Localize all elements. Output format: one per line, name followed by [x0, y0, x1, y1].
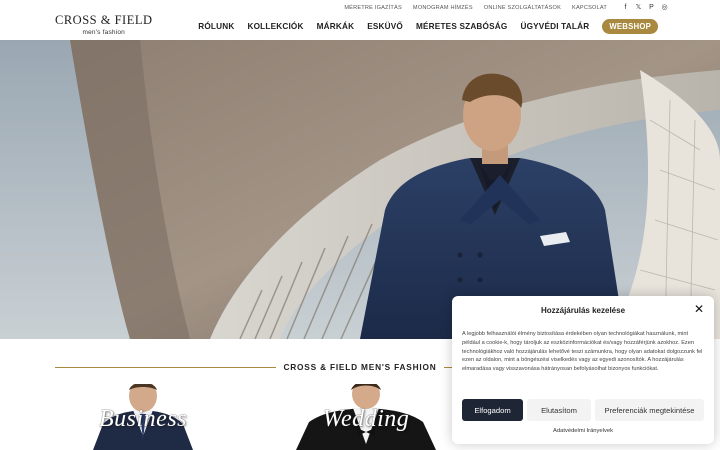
- collection-card-business[interactable]: Business: [68, 384, 218, 450]
- section-title: CROSS & FIELD MEN'S FASHION: [283, 362, 437, 372]
- nav-item-tailoring[interactable]: MÉRETES SZABÓSÁG: [416, 22, 507, 31]
- logo-wordmark: CROSS & FIELD: [55, 13, 153, 27]
- cookie-actions: Elfogadom Elutasítom Preferenciák megtek…: [462, 399, 704, 421]
- view-preferences-button[interactable]: Preferenciák megtekintése: [595, 399, 704, 421]
- site-logo[interactable]: CROSS & FIELD men's fashion: [55, 13, 153, 36]
- close-icon[interactable]: ✕: [694, 303, 704, 315]
- cookie-dialog-title: Hozzájárulás kezelése: [540, 306, 626, 315]
- nav-item-lawyer-gown[interactable]: ÜGYVÉDI TALÁR: [520, 22, 589, 31]
- social-links: f 𝕏 P ◎: [622, 4, 668, 12]
- topbar-link-alteration[interactable]: MÉRETRE IGAZÍTÁS: [344, 5, 402, 11]
- deny-button[interactable]: Elutasítom: [527, 399, 591, 421]
- nav-item-about[interactable]: RÓLUNK: [198, 22, 234, 31]
- privacy-policy-link[interactable]: Adatvédelmi Irányelvek: [452, 428, 714, 434]
- logo-tagline: men's fashion: [82, 29, 125, 36]
- topbar-link-monogram[interactable]: MONOGRAM HÍMZÉS: [413, 5, 473, 11]
- hero-banner: [0, 40, 720, 339]
- collection-caption: Wedding: [322, 406, 410, 432]
- cookie-consent-dialog: Hozzájárulás kezelése ✕ A legjobb felhas…: [452, 296, 714, 444]
- top-bar: MÉRETRE IGAZÍTÁS MONOGRAM HÍMZÉS ONLINE …: [344, 4, 668, 12]
- x-icon[interactable]: 𝕏: [635, 4, 642, 12]
- topbar-link-contact[interactable]: KAPCSOLAT: [572, 5, 607, 11]
- webshop-button[interactable]: WEBSHOP: [602, 19, 658, 34]
- instagram-icon[interactable]: ◎: [661, 4, 668, 12]
- nav-item-wedding[interactable]: ESKÜVŐ: [367, 22, 403, 31]
- facebook-icon[interactable]: f: [622, 4, 629, 12]
- cookie-dialog-text: A legjobb felhasználói élmény biztosítás…: [462, 331, 703, 373]
- collection-card-wedding[interactable]: Wedding: [291, 384, 441, 450]
- nav-item-brands[interactable]: MÁRKÁK: [317, 22, 355, 31]
- pinterest-icon[interactable]: P: [648, 4, 655, 12]
- nav-item-collections[interactable]: KOLLEKCIÓK: [247, 22, 303, 31]
- topbar-link-online-services[interactable]: ONLINE SZOLGÁLTATÁSOK: [484, 5, 561, 11]
- main-nav: RÓLUNK KOLLEKCIÓK MÁRKÁK ESKÜVŐ MÉRETES …: [198, 19, 658, 34]
- hero-image: [0, 40, 720, 339]
- heading-divider-left: [55, 366, 277, 368]
- site-header: CROSS & FIELD men's fashion MÉRETRE IGAZ…: [0, 0, 720, 40]
- collection-caption: Business: [99, 406, 187, 432]
- accept-button[interactable]: Elfogadom: [462, 399, 523, 421]
